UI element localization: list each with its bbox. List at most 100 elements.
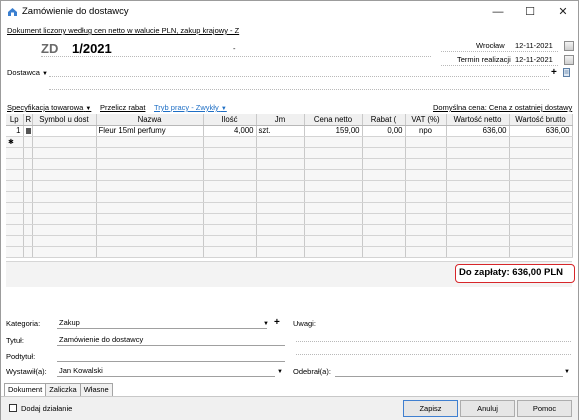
table-cell[interactable] (362, 202, 406, 214)
table-cell[interactable] (96, 246, 204, 258)
new-row-icon[interactable]: ✱ (6, 136, 24, 148)
empty-row[interactable] (6, 180, 573, 192)
table-cell[interactable] (23, 191, 33, 203)
table-cell[interactable] (446, 224, 510, 236)
work-mode-dropdown[interactable]: Tryb pracy - Zwykły ▼ (154, 103, 227, 112)
table-cell[interactable]: szt. (256, 125, 305, 137)
table-cell[interactable]: 4,000 (203, 125, 257, 137)
table-cell[interactable] (446, 158, 510, 170)
calendar-icon[interactable] (564, 41, 574, 51)
table-cell[interactable] (304, 224, 363, 236)
supplier-field[interactable] (49, 76, 549, 77)
table-cell[interactable] (509, 158, 573, 170)
doc-number[interactable]: 1/2021 (72, 41, 112, 56)
table-cell[interactable] (6, 169, 24, 181)
table-cell[interactable] (362, 224, 406, 236)
table-cell[interactable] (6, 224, 24, 236)
table-cell[interactable] (362, 169, 406, 181)
table-cell[interactable] (256, 169, 305, 181)
add-category-icon[interactable]: + (274, 317, 280, 328)
table-cell[interactable] (509, 136, 573, 148)
table-cell[interactable] (256, 180, 305, 192)
table-cell[interactable] (32, 246, 97, 258)
table-cell[interactable] (256, 158, 305, 170)
table-cell[interactable] (446, 202, 510, 214)
empty-row[interactable] (6, 147, 573, 159)
issued-by-field[interactable]: Jan Kowalski (57, 365, 275, 377)
table-cell[interactable] (405, 169, 447, 181)
column-header[interactable]: VAT (%) (405, 114, 447, 126)
table-cell[interactable] (509, 169, 573, 181)
column-header[interactable]: Cena netto (304, 114, 363, 126)
table-cell[interactable] (32, 224, 97, 236)
table-cell[interactable] (405, 202, 447, 214)
chevron-down-icon[interactable]: ▼ (277, 369, 283, 375)
table-cell[interactable] (304, 191, 363, 203)
table-cell[interactable] (96, 202, 204, 214)
table-cell[interactable] (446, 246, 510, 258)
table-cell[interactable] (32, 136, 97, 148)
table-cell[interactable] (405, 213, 447, 225)
specification-dropdown[interactable]: Specyfikacja towarowa ▼ (7, 103, 91, 112)
table-cell[interactable] (23, 246, 33, 258)
recalc-discount-link[interactable]: Przelicz rabat (100, 103, 145, 112)
table-cell[interactable] (256, 213, 305, 225)
table-cell[interactable] (509, 202, 573, 214)
table-cell[interactable] (509, 224, 573, 236)
table-cell[interactable] (362, 235, 406, 247)
table-cell[interactable]: 159,00 (304, 125, 363, 137)
table-cell[interactable] (446, 136, 510, 148)
table-cell[interactable] (304, 246, 363, 258)
table-cell[interactable]: 0,00 (362, 125, 406, 137)
table-cell[interactable] (32, 213, 97, 225)
row-selector-icon[interactable] (25, 127, 31, 134)
table-cell[interactable] (304, 169, 363, 181)
column-header[interactable]: R (23, 114, 33, 126)
table-cell[interactable] (203, 224, 257, 236)
calendar-icon[interactable] (564, 55, 574, 65)
table-cell[interactable] (362, 147, 406, 159)
empty-row[interactable] (6, 213, 573, 225)
category-field[interactable]: Zakup (57, 317, 267, 329)
chevron-down-icon[interactable]: ▼ (263, 321, 269, 327)
table-cell[interactable] (304, 202, 363, 214)
table-cell[interactable] (405, 136, 447, 148)
table-cell[interactable] (304, 147, 363, 159)
help-button[interactable]: Pomoc (517, 400, 572, 417)
tab-custom[interactable]: Własne (79, 383, 113, 396)
table-cell[interactable] (203, 158, 257, 170)
table-cell[interactable] (96, 180, 204, 192)
table-cell[interactable] (203, 180, 257, 192)
subtitle-field[interactable] (57, 350, 285, 362)
table-cell[interactable] (23, 235, 33, 247)
table-cell[interactable] (405, 147, 447, 159)
document-info-link[interactable]: Dokument liczony według cen netto w walu… (7, 26, 239, 35)
notes-line-1[interactable] (296, 341, 571, 342)
table-cell[interactable] (509, 191, 573, 203)
table-cell[interactable] (362, 180, 406, 192)
table-cell[interactable] (362, 213, 406, 225)
column-header[interactable]: Symbol u dost (32, 114, 97, 126)
chevron-down-icon[interactable]: ▼ (564, 369, 570, 375)
table-cell[interactable] (304, 180, 363, 192)
table-cell[interactable] (256, 136, 305, 148)
table-cell[interactable] (32, 191, 97, 203)
table-cell[interactable] (32, 235, 97, 247)
table-cell[interactable] (23, 213, 33, 225)
table-cell[interactable] (6, 202, 24, 214)
table-cell[interactable] (6, 213, 24, 225)
received-by-field[interactable] (335, 365, 563, 377)
table-cell[interactable] (203, 213, 257, 225)
column-header[interactable]: Wartość netto (446, 114, 510, 126)
empty-row[interactable] (6, 169, 573, 181)
table-cell[interactable] (6, 180, 24, 192)
table-cell[interactable] (304, 235, 363, 247)
table-cell[interactable] (304, 136, 363, 148)
table-cell[interactable] (96, 235, 204, 247)
table-cell[interactable]: Fleur 15ml perfumy (96, 125, 204, 137)
table-row[interactable]: 1 Fleur 15ml perfumy 4,000 szt. 159,00 0,00 np… (6, 125, 573, 137)
table-cell[interactable] (446, 235, 510, 247)
empty-row[interactable] (6, 246, 573, 258)
table-cell[interactable] (203, 202, 257, 214)
table-cell[interactable] (256, 147, 305, 159)
